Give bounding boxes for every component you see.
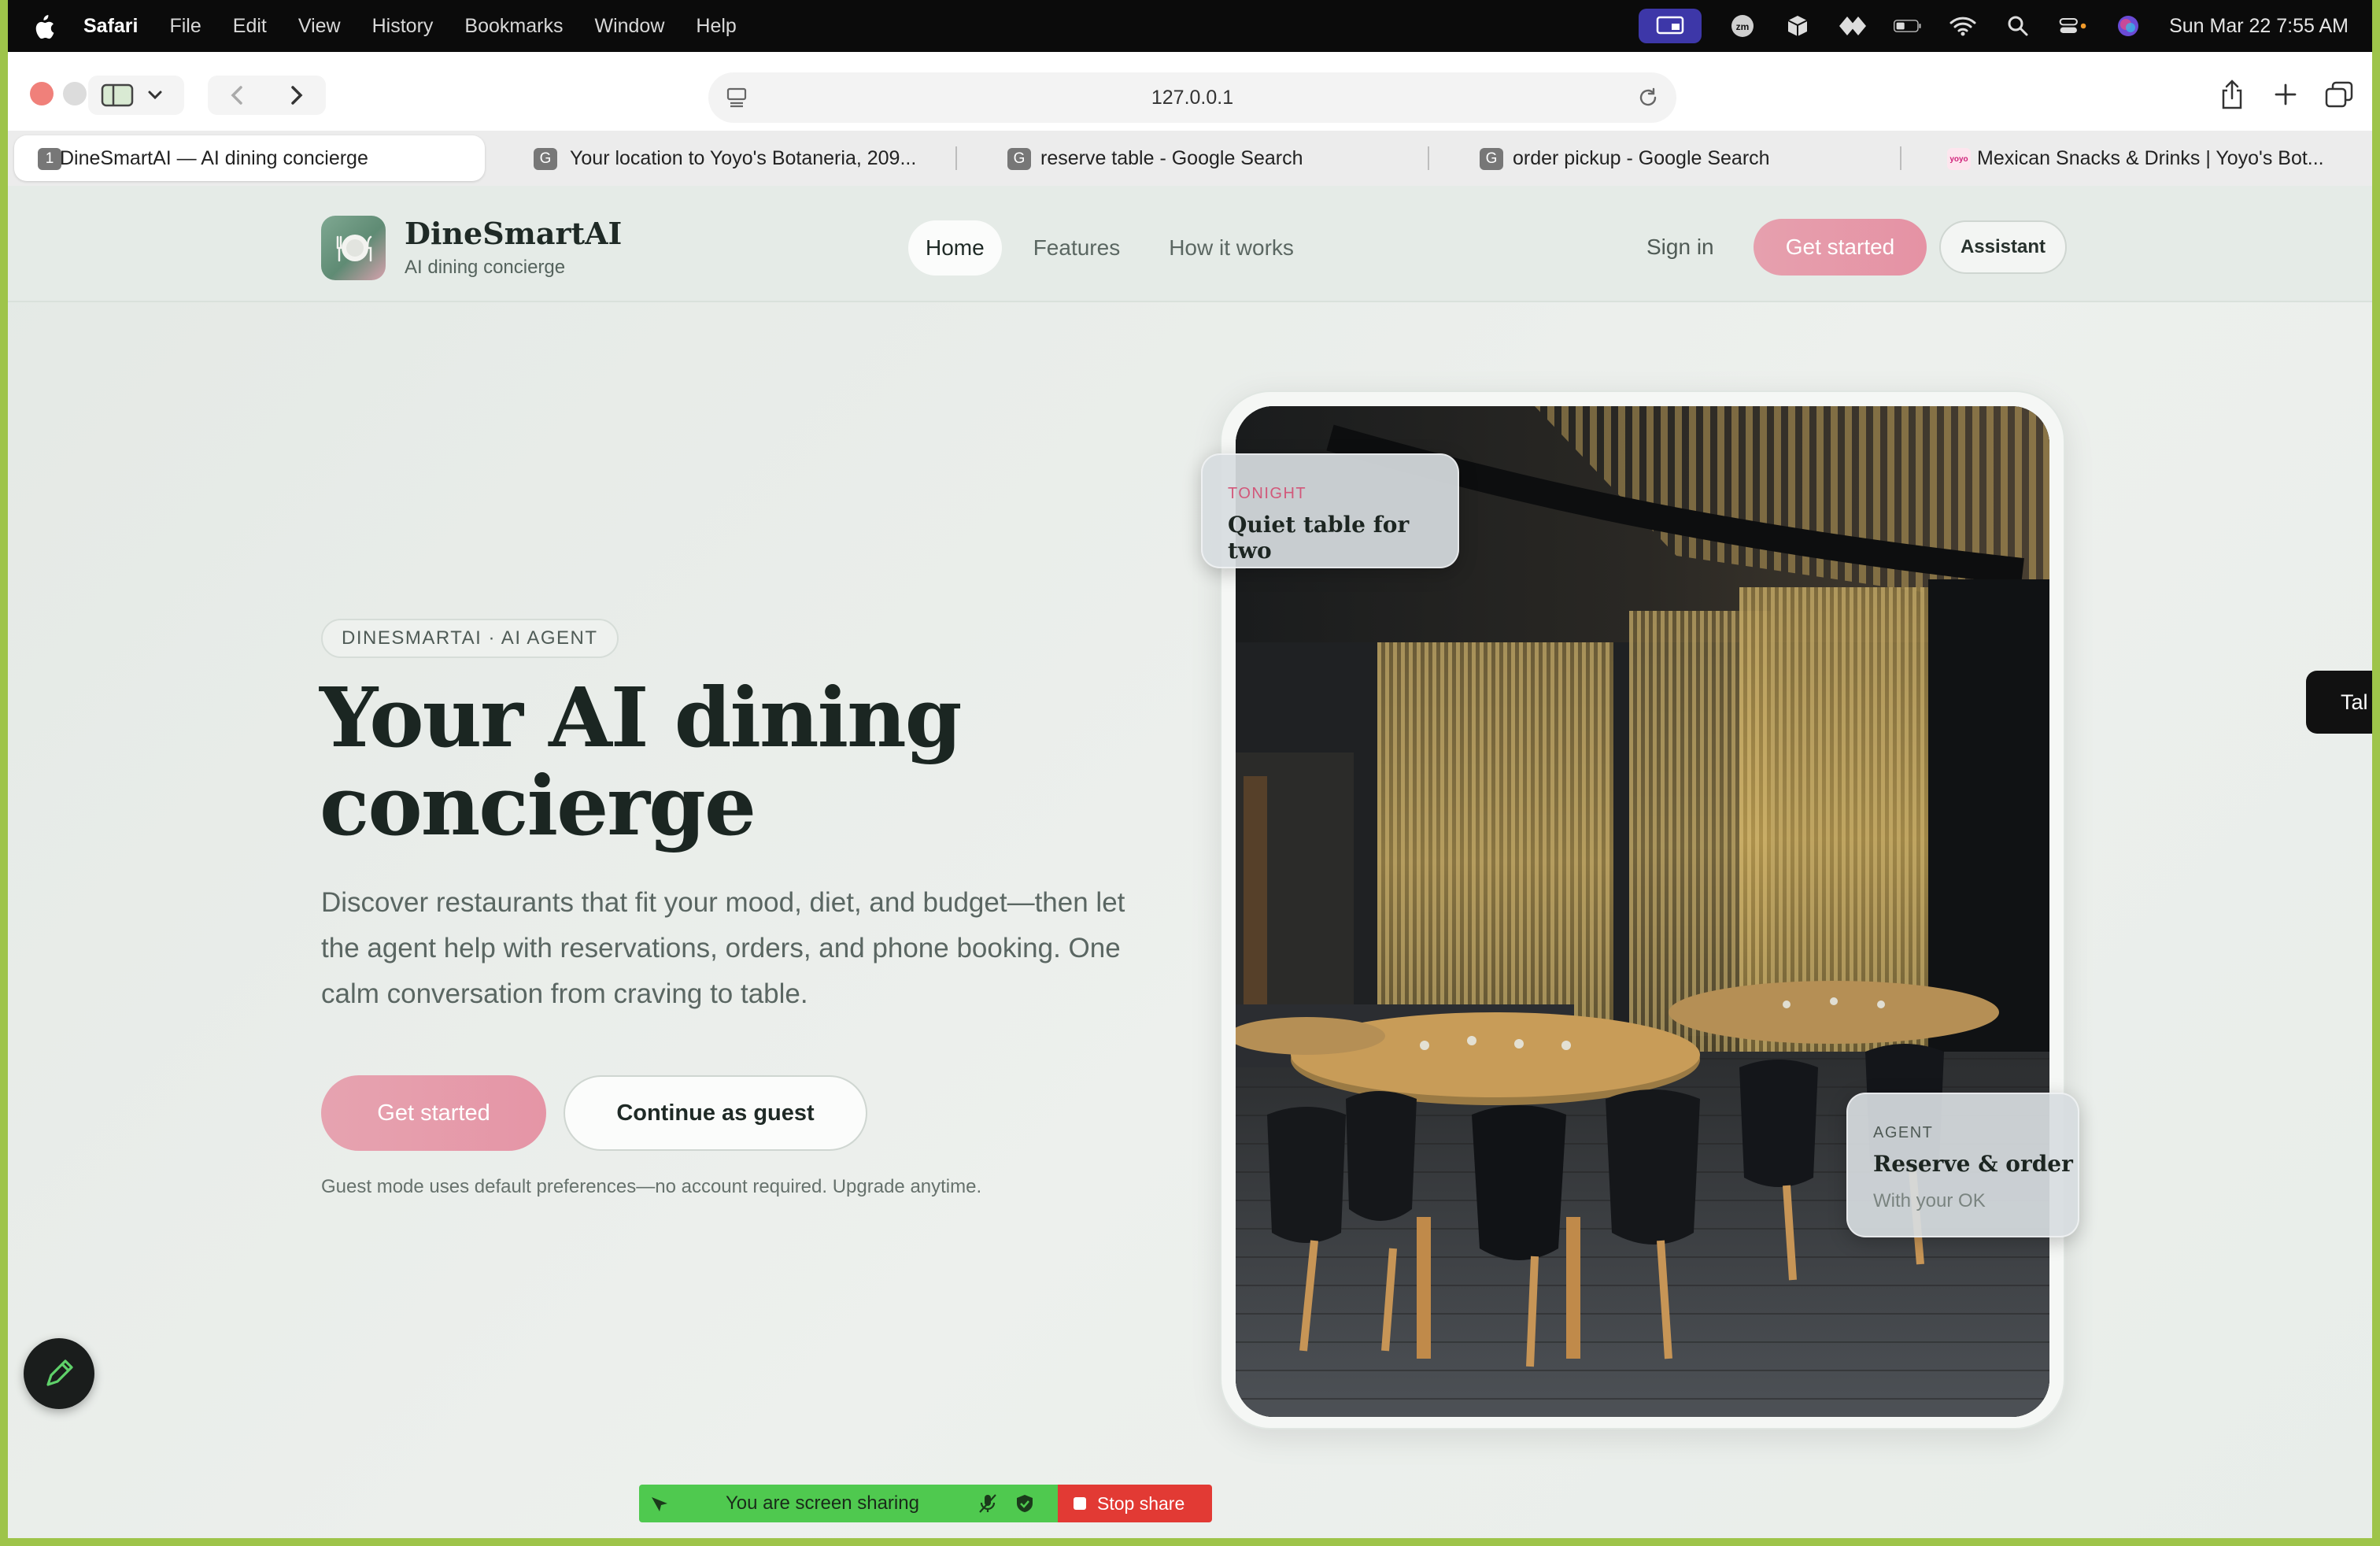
screen-share-banner: You are screen sharing Stop share [639, 1485, 1221, 1522]
tab-label: Mexican Snacks & Drinks | Yoyo's Bot... [1977, 146, 2324, 169]
assistant-side-tab[interactable]: Tal [2306, 671, 2372, 734]
url-text[interactable]: 127.0.0.1 [1151, 87, 1233, 109]
spotlight-search-icon[interactable] [2004, 15, 2032, 37]
share-icon[interactable] [2208, 72, 2256, 117]
status-area: zm Sun Mar 22 7:55 AM [1639, 0, 2349, 52]
agent-card: AGENT Reserve & order With your OK [1846, 1093, 2079, 1237]
stop-icon [1074, 1497, 1086, 1510]
tab-directions[interactable]: G Your location to Yoyo's Botaneria, 209… [485, 135, 957, 181]
stop-share-label: Stop share [1097, 1492, 1185, 1514]
screen-sharing-text: You are screen sharing [726, 1492, 919, 1514]
tab-dinesmartai[interactable]: 1 DineSmartAI — AI dining concierge [14, 135, 485, 181]
mic-off-icon[interactable] [978, 1493, 998, 1519]
new-tab-icon[interactable] [2262, 72, 2309, 117]
hero-headline-line-1: Your AI dining [320, 669, 962, 766]
screen: Safari File Edit View History Bookmarks … [8, 0, 2372, 1538]
web-page: DineSmartAI AI dining concierge Home Fea… [8, 186, 2372, 1538]
eyebrow-badge: DINESMARTAI · AI AGENT [321, 619, 619, 658]
apple-icon[interactable] [31, 14, 55, 39]
primary-nav: Home Features How it works [908, 220, 1311, 276]
reload-icon[interactable] [1637, 87, 1659, 114]
sign-in-link[interactable]: Sign in [1646, 235, 1714, 260]
brand-logo-icon[interactable] [321, 216, 386, 280]
brand-name[interactable]: DineSmartAI [405, 216, 622, 251]
nav-features[interactable]: Features [1016, 220, 1138, 276]
assistant-button[interactable]: Assistant [1939, 220, 2067, 274]
menu-history[interactable]: History [372, 15, 434, 38]
menu-help[interactable]: Help [696, 15, 736, 38]
get-started-button[interactable]: Get started [321, 1075, 546, 1151]
menu-file[interactable]: File [169, 15, 201, 38]
battery-icon[interactable] [1894, 15, 1922, 37]
continue-as-guest-button[interactable]: Continue as guest [564, 1075, 867, 1151]
tonight-title: Quiet table for two [1228, 512, 1410, 564]
back-icon[interactable] [214, 76, 261, 115]
menu-view[interactable]: View [298, 15, 341, 38]
tonight-card: TONIGHT Quiet table for two [1201, 453, 1459, 568]
tab-label: Your location to Yoyo's Botaneria, 209..… [570, 146, 917, 169]
address-bar[interactable]: 127.0.0.1 [708, 72, 1676, 123]
hero-description: Discover restaurants that fit your mood,… [321, 887, 1125, 1009]
tab-label: DineSmartAI — AI dining concierge [60, 146, 368, 169]
tab-reserve-table[interactable]: G reserve table - Google Search [957, 135, 1429, 181]
zoom-icon[interactable]: zm [1728, 15, 1757, 37]
agent-kicker: AGENT [1873, 1124, 1934, 1141]
hero-headline: Your AI dining concierge [320, 674, 1028, 850]
menu-bar: Safari File Edit View History Bookmarks … [8, 0, 2372, 52]
siri-icon[interactable] [2114, 15, 2142, 37]
svg-text:zm: zm [1736, 21, 1750, 32]
minimize-window-button[interactable] [63, 82, 87, 105]
nav-how-it-works[interactable]: How it works [1151, 220, 1311, 276]
agent-title: Reserve & order [1873, 1151, 2073, 1177]
tab-order-pickup[interactable]: G order pickup - Google Search [1429, 135, 1901, 181]
tab-favicon-icon: 1 [38, 148, 61, 170]
header-get-started-button[interactable]: Get started [1754, 219, 1927, 276]
brand-tagline: AI dining concierge [405, 257, 566, 278]
wifi-icon[interactable] [1949, 15, 1977, 37]
edit-pencil-button[interactable] [24, 1338, 94, 1409]
tab-overview-icon[interactable] [2315, 72, 2363, 117]
diamond-icon[interactable] [1839, 15, 1867, 37]
shield-icon[interactable] [1015, 1493, 1034, 1519]
control-center-icon[interactable] [2059, 15, 2087, 37]
page-menu-icon[interactable] [726, 87, 748, 114]
screen-share-status: You are screen sharing [639, 1485, 1058, 1522]
app-menu[interactable]: Safari [83, 15, 138, 38]
tab-favicon-icon: G [1007, 148, 1031, 170]
menu-window[interactable]: Window [594, 15, 664, 38]
tab-yoyos[interactable]: yoyo Mexican Snacks & Drinks | Yoyo's Bo… [1901, 135, 2342, 181]
agent-subtitle: With your OK [1873, 1190, 1986, 1211]
cube-icon[interactable] [1783, 15, 1812, 37]
tonight-kicker: TONIGHT [1228, 485, 1307, 502]
nav-home[interactable]: Home [908, 220, 1002, 276]
tab-label: order pickup - Google Search [1513, 146, 1770, 169]
sidebar-toggle-button[interactable] [88, 76, 184, 115]
menu-edit[interactable]: Edit [233, 15, 267, 38]
tab-label: reserve table - Google Search [1040, 146, 1303, 169]
close-window-button[interactable] [30, 82, 54, 105]
hero-headline-line-2: concierge [320, 757, 756, 854]
tab-favicon-icon: yoyo [1947, 148, 1971, 170]
tab-bar: 1 DineSmartAI — AI dining concierge G Yo… [8, 131, 2372, 186]
tab-favicon-icon: G [534, 148, 557, 170]
stop-share-button[interactable]: Stop share [1058, 1485, 1212, 1522]
pencil-icon [46, 1359, 73, 1386]
browser-toolbar: 127.0.0.1 [8, 52, 2372, 137]
site-header: DineSmartAI AI dining concierge Home Fea… [8, 186, 2372, 302]
menu-bookmarks[interactable]: Bookmarks [464, 15, 563, 38]
forward-icon[interactable] [271, 76, 318, 115]
screen-share-status-icon[interactable] [1639, 9, 1702, 43]
menu-bar-clock[interactable]: Sun Mar 22 7:55 AM [2169, 15, 2349, 38]
guest-mode-note: Guest mode uses default preferences—no a… [321, 1176, 982, 1197]
tab-favicon-icon: G [1480, 148, 1503, 170]
zoom-arrow-icon [649, 1492, 671, 1520]
